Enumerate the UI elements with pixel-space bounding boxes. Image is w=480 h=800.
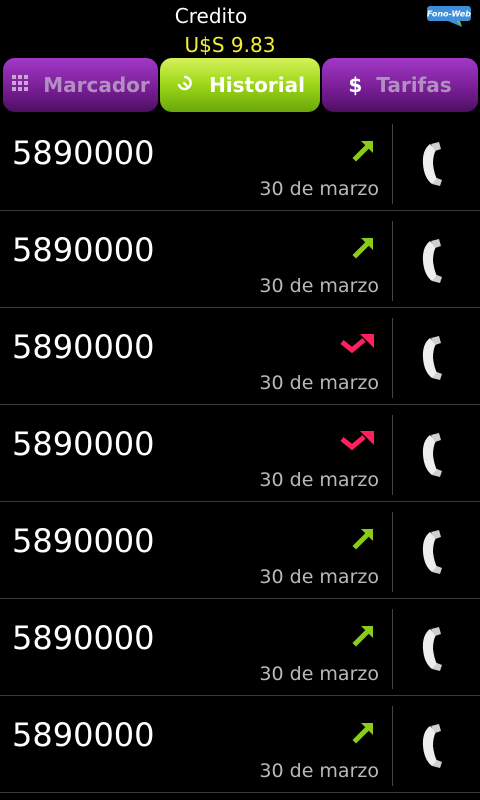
tab-tarifas[interactable]: $ Tarifas <box>322 58 478 112</box>
call-button-phone-icon[interactable] <box>420 431 452 479</box>
call-row[interactable]: 5890000 30 de marzo <box>0 502 480 599</box>
call-button-phone-icon[interactable] <box>420 237 452 285</box>
outgoing-call-icon <box>352 235 376 259</box>
call-row[interactable]: 5890000 30 de marzo <box>0 599 480 696</box>
call-button-phone-icon[interactable] <box>420 334 452 382</box>
call-row[interactable]: 5890000 30 de marzo <box>0 696 480 793</box>
call-date: 30 de marzo <box>259 275 379 297</box>
divider <box>392 415 393 495</box>
call-date: 30 de marzo <box>259 760 379 782</box>
outgoing-call-icon <box>352 526 376 550</box>
call-date: 30 de marzo <box>259 469 379 491</box>
call-history-list: 5890000 30 de marzo 5890000 30 de marzo 5890… <box>0 114 480 793</box>
missed-call-icon <box>340 332 376 356</box>
divider <box>392 512 393 592</box>
credit-amount: U$S 9.83 <box>184 33 276 57</box>
call-row[interactable]: 5890000 30 de marzo <box>0 114 480 211</box>
call-date: 30 de marzo <box>259 372 379 394</box>
call-button-phone-icon[interactable] <box>420 722 452 770</box>
fono-web-logo: Fono-Web <box>427 6 471 27</box>
divider <box>392 124 393 204</box>
call-button-phone-icon[interactable] <box>420 625 452 673</box>
header: Credito U$S 9.83 Fono-Web <box>0 0 480 60</box>
call-button-phone-icon[interactable] <box>420 140 452 188</box>
tab-label: Marcador <box>43 73 150 97</box>
call-row[interactable]: 5890000 30 de marzo <box>0 405 480 502</box>
call-date: 30 de marzo <box>259 663 379 685</box>
divider <box>392 318 393 398</box>
tab-bar: Marcador Historial $ Tarifas <box>0 58 480 114</box>
call-row[interactable]: 5890000 30 de marzo <box>0 308 480 405</box>
phone-number: 5890000 <box>12 619 155 657</box>
phone-number: 5890000 <box>12 522 155 560</box>
call-date: 30 de marzo <box>259 566 379 588</box>
phone-number: 5890000 <box>12 134 155 172</box>
tab-label: Tarifas <box>376 73 452 97</box>
outgoing-call-icon <box>352 138 376 162</box>
phone-number: 5890000 <box>12 425 155 463</box>
tab-label: Historial <box>209 73 305 97</box>
call-row[interactable]: 5890000 30 de marzo <box>0 211 480 308</box>
divider <box>392 609 393 689</box>
svg-text:Fono-Web: Fono-Web <box>427 10 471 19</box>
credit-label: Credito <box>174 4 248 28</box>
divider <box>392 706 393 786</box>
tab-historial[interactable]: Historial <box>160 58 320 112</box>
dialpad-icon <box>11 74 29 97</box>
call-date: 30 de marzo <box>259 178 379 200</box>
tab-marcador[interactable]: Marcador <box>3 58 158 112</box>
outgoing-call-icon <box>352 720 376 744</box>
phone-number: 5890000 <box>12 328 155 366</box>
dollar-icon: $ <box>348 73 363 97</box>
divider <box>392 221 393 301</box>
phone-number: 5890000 <box>12 231 155 269</box>
phone-number: 5890000 <box>12 716 155 754</box>
missed-call-icon <box>340 429 376 453</box>
history-icon <box>175 73 195 98</box>
outgoing-call-icon <box>352 623 376 647</box>
call-button-phone-icon[interactable] <box>420 528 452 576</box>
